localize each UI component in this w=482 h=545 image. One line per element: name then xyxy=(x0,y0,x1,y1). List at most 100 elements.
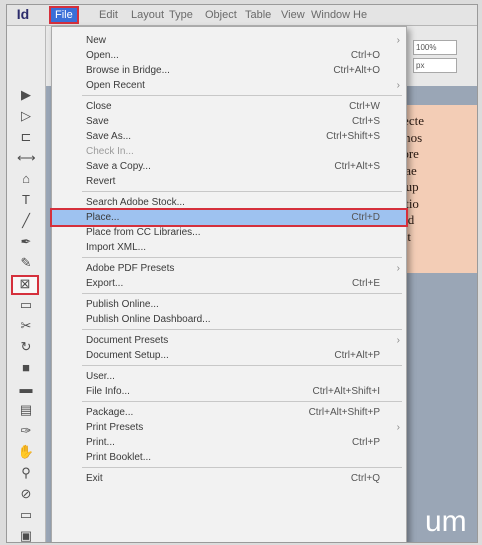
menu-item-label: New xyxy=(86,35,107,46)
menu-item-label: Exit xyxy=(86,473,103,484)
zoom-tool-icon[interactable]: ⚲ xyxy=(17,466,35,480)
menu-item-label: Print... xyxy=(86,437,115,448)
submenu-arrow-icon: › xyxy=(396,335,400,346)
menu-item-print-booklet[interactable]: Print Booklet... xyxy=(52,450,406,465)
rectangle-tool-icon[interactable]: ▭ xyxy=(17,298,35,312)
line-tool-icon[interactable]: ╱ xyxy=(17,214,35,228)
menu-separator xyxy=(82,401,402,402)
hand-tool-icon[interactable]: ✋ xyxy=(17,445,35,459)
submenu-arrow-icon: › xyxy=(396,422,400,433)
menu-item-file-info[interactable]: File Info... Ctrl+Alt+Shift+I xyxy=(52,384,406,399)
menu-item-label: Adobe PDF Presets xyxy=(86,263,175,274)
menu-item-open[interactable]: Open... Ctrl+O xyxy=(52,48,406,63)
menu-layout[interactable]: Layout xyxy=(127,8,168,22)
menu-item-shortcut: Ctrl+D xyxy=(351,212,380,223)
menu-object[interactable]: Object xyxy=(201,8,241,22)
menu-item-close[interactable]: Close Ctrl+W xyxy=(52,99,406,114)
pencil-tool-icon[interactable]: ✎ xyxy=(17,256,35,270)
menu-item-label: Browse in Bridge... xyxy=(86,65,170,76)
gradient-swatch-tool-icon[interactable]: ■ xyxy=(17,361,35,375)
menu-file[interactable]: File xyxy=(49,6,79,24)
indesign-window: Id File Edit Layout Type Object Table View Wind… xyxy=(6,4,478,543)
menu-item-label: User... xyxy=(86,371,115,382)
menu-item-shortcut: Ctrl+Alt+Shift+P xyxy=(308,407,380,418)
menu-item-label: Import XML... xyxy=(86,242,147,253)
menu-item-shortcut: Ctrl+P xyxy=(351,437,380,448)
menu-item-label: File Info... xyxy=(86,386,130,397)
menu-item-save-as[interactable]: Save As... Ctrl+Shift+S xyxy=(52,129,406,144)
menu-item-new[interactable]: New › xyxy=(52,33,406,48)
fill-stroke-icon[interactable]: ⊘ xyxy=(17,487,35,501)
menu-item-label: Close xyxy=(86,101,112,112)
menu-item-label: Print Booklet... xyxy=(86,452,152,463)
screen-mode-icon[interactable]: ▣ xyxy=(17,529,35,543)
selection-tool-icon[interactable]: ▶ xyxy=(17,88,35,102)
menu-window[interactable]: Window xyxy=(307,8,354,22)
menu-item-browse-in-bridge[interactable]: Browse in Bridge... Ctrl+Alt+O xyxy=(52,63,406,78)
free-transform-tool-icon[interactable]: ↻ xyxy=(17,340,35,354)
menu-item-adobe-pdf-presets[interactable]: Adobe PDF Presets › xyxy=(52,261,406,276)
zoom-field[interactable]: 100% xyxy=(413,40,457,55)
menu-item-export[interactable]: Export... Ctrl+E xyxy=(52,276,406,291)
menu-item-label: Open Recent xyxy=(86,80,145,91)
menu-item-label: Export... xyxy=(86,278,124,289)
menu-separator xyxy=(82,191,402,192)
menu-item-search-adobe-stock[interactable]: Search Adobe Stock... xyxy=(52,195,406,210)
direct-selection-tool-icon[interactable]: ▷ xyxy=(17,109,35,123)
gradient-feather-tool-icon[interactable]: ▬ xyxy=(17,382,35,396)
menu-item-publish-online[interactable]: Publish Online... xyxy=(52,297,406,312)
menu-item-place-from-cc-libraries[interactable]: Place from CC Libraries... xyxy=(52,225,406,240)
menu-item-shortcut: Ctrl+O xyxy=(350,50,380,61)
menu-view[interactable]: View xyxy=(277,8,309,22)
eyedropper-tool-icon[interactable]: ✑ xyxy=(17,424,35,438)
note-tool-icon[interactable]: ▤ xyxy=(17,403,35,417)
rectangle-frame-tool-icon[interactable]: ⊠ xyxy=(11,275,39,295)
menu-item-import-xml[interactable]: Import XML... xyxy=(52,240,406,255)
menu-edit[interactable]: Edit xyxy=(95,8,122,22)
menu-separator xyxy=(82,293,402,294)
menu-item-label: Check In... xyxy=(86,146,134,157)
menu-item-user[interactable]: User... xyxy=(52,369,406,384)
menu-item-save[interactable]: Save Ctrl+S xyxy=(52,114,406,129)
menu-item-label: Save a Copy... xyxy=(86,161,151,172)
menu-bar: Id File Edit Layout Type Object Table View Wind… xyxy=(7,5,477,26)
menu-item-label: Save As... xyxy=(86,131,132,142)
menu-item-print-presets[interactable]: Print Presets › xyxy=(52,420,406,435)
scissors-tool-icon[interactable]: ✂ xyxy=(17,319,35,333)
menu-item-label: Place... xyxy=(86,212,120,223)
menu-item-label: Document Setup... xyxy=(86,350,169,361)
tools-panel: ▶ ▷ ⊏ ⟷ ⌂ T ╱ ✒ ✎ ⊠ ▭ ✂ ↻ ■ ▬ ▤ ✑ ✋ ⚲ ⊘ ▭ ▣ xyxy=(7,26,46,542)
menu-item-print[interactable]: Print... Ctrl+P xyxy=(52,435,406,450)
type-tool-icon[interactable]: T xyxy=(17,193,35,207)
reference-field[interactable]: px xyxy=(413,58,457,73)
menu-item-place[interactable]: Place... Ctrl+D xyxy=(50,208,408,227)
menu-table[interactable]: Table xyxy=(241,8,275,22)
submenu-arrow-icon: › xyxy=(396,35,400,46)
menu-item-shortcut: Ctrl+W xyxy=(349,101,380,112)
menu-he[interactable]: He xyxy=(349,8,371,22)
menu-item-revert[interactable]: Revert xyxy=(52,174,406,189)
menu-item-shortcut: Ctrl+Q xyxy=(350,473,380,484)
pen-tool-icon[interactable]: ✒ xyxy=(17,235,35,249)
page-tool-icon[interactable]: ⊏ xyxy=(17,130,35,144)
submenu-arrow-icon: › xyxy=(396,263,400,274)
menu-item-package[interactable]: Package... Ctrl+Alt+Shift+P xyxy=(52,405,406,420)
menu-item-label: Place from CC Libraries... xyxy=(86,227,201,238)
gap-tool-icon[interactable]: ⟷ xyxy=(17,151,36,165)
submenu-arrow-icon: › xyxy=(396,80,400,91)
menu-type[interactable]: Type xyxy=(165,8,197,22)
menu-item-shortcut: Ctrl+Alt+S xyxy=(334,161,380,172)
menu-separator xyxy=(82,467,402,468)
menu-item-exit[interactable]: Exit Ctrl+Q xyxy=(52,471,406,486)
menu-item-save-a-copy[interactable]: Save a Copy... Ctrl+Alt+S xyxy=(52,159,406,174)
canvas-text: um xyxy=(425,505,467,538)
content-collector-icon[interactable]: ⌂ xyxy=(17,172,35,186)
menu-item-document-setup[interactable]: Document Setup... Ctrl+Alt+P xyxy=(52,348,406,363)
menu-separator xyxy=(82,95,402,96)
menu-item-open-recent[interactable]: Open Recent › xyxy=(52,78,406,93)
menu-item-label: Save xyxy=(86,116,109,127)
menu-item-label: Document Presets xyxy=(86,335,169,346)
formatting-container-icon[interactable]: ▭ xyxy=(17,508,35,522)
menu-item-document-presets[interactable]: Document Presets › xyxy=(52,333,406,348)
menu-item-publish-online-dashboard[interactable]: Publish Online Dashboard... xyxy=(52,312,406,327)
